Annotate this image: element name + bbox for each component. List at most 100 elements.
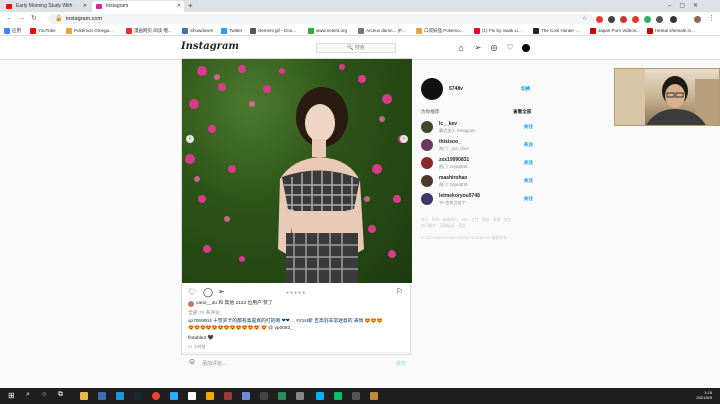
extension-icon[interactable] xyxy=(620,16,627,23)
post-photo[interactable]: ‹ › xyxy=(182,59,412,283)
profile-avatar[interactable] xyxy=(694,16,701,23)
bookmark-item[interactable]: Arceus damn... (P... xyxy=(358,27,414,35)
switch-account-link[interactable]: 切换 xyxy=(521,86,530,92)
close-icon[interactable]: ✕ xyxy=(83,1,87,12)
follow-button[interactable]: 关注 xyxy=(524,196,533,202)
reload-icon[interactable]: ↻ xyxy=(31,14,37,24)
puzzle-icon[interactable] xyxy=(670,16,677,23)
bookmark-item[interactable]: 漫画网页 阅读 哦... xyxy=(126,27,182,35)
like-icon[interactable]: ♡ xyxy=(188,287,196,297)
app-icon[interactable] xyxy=(206,392,214,400)
new-tab-button[interactable]: + xyxy=(188,1,193,11)
bookmark-item[interactable]: Hentai shemale in... xyxy=(647,27,703,35)
footer-links[interactable]: 关于 · 帮助 · 新闻中心 · API · 工作 · 隐私 · 条款 · 地点… xyxy=(421,217,537,229)
app-icon[interactable] xyxy=(188,392,196,400)
avatar[interactable] xyxy=(421,139,433,151)
extension-icon[interactable] xyxy=(644,16,651,23)
windows-start-icon[interactable]: ⊞ xyxy=(8,391,15,400)
forward-icon[interactable]: → xyxy=(18,14,25,24)
bookmark-item[interactable]: Twitter xyxy=(221,27,249,35)
suggestion-username[interactable]: mashirohao xyxy=(439,175,467,181)
heart-icon[interactable]: ♡ xyxy=(505,43,515,53)
bookmark-item[interactable]: The Cool Hunter -... xyxy=(533,27,589,35)
bookmark-item[interactable]: clement gif - Goo... xyxy=(250,27,306,35)
avatar[interactable] xyxy=(421,175,433,187)
app-icon[interactable] xyxy=(260,392,268,400)
close-icon[interactable]: ✕ xyxy=(177,1,181,12)
search-input[interactable]: 🔍 搜索 xyxy=(316,43,396,53)
bookmark-item[interactable]: Showdown! xyxy=(182,27,220,35)
follow-button[interactable]: 关注 xyxy=(524,124,533,130)
instagram-icon xyxy=(96,4,102,9)
extension-icon[interactable] xyxy=(632,16,639,23)
suggestion-username[interactable]: thisisoo_ xyxy=(439,139,461,145)
star-icon[interactable]: ☆ xyxy=(582,14,587,24)
explore-icon[interactable]: ◎ xyxy=(489,43,499,53)
direct-message-icon[interactable]: ➢ xyxy=(473,43,483,53)
share-icon[interactable]: ➢ xyxy=(218,287,225,297)
taskbar-clock[interactable]: 1:15 2021/5/9 xyxy=(696,390,712,400)
chrome-icon[interactable] xyxy=(152,392,160,400)
profile-username[interactable]: 5748v xyxy=(449,86,463,92)
suggestion-subtitle: 热门: zxyeq816 xyxy=(439,182,468,187)
extension-icon[interactable] xyxy=(656,16,663,23)
bookmark-item[interactable]: Japan Porn Videos... xyxy=(590,27,646,35)
bookmark-icon[interactable]: ⚐ xyxy=(396,287,403,297)
carousel-prev-button[interactable]: ‹ xyxy=(186,135,194,143)
cortana-icon[interactable]: ○ xyxy=(42,391,46,398)
suggestion-username[interactable]: lc__kev xyxy=(439,121,457,127)
url-input[interactable]: 🔒 instagram.com xyxy=(48,14,594,24)
app-icon[interactable] xyxy=(370,392,378,400)
follow-button[interactable]: 关注 xyxy=(524,178,533,184)
bookmark-icon xyxy=(647,28,653,34)
photoshop-icon[interactable] xyxy=(170,392,178,400)
instagram-logo[interactable]: Instagram xyxy=(181,41,239,52)
wechat-icon[interactable] xyxy=(334,392,342,400)
add-comment-input[interactable]: 添加评论... xyxy=(202,360,226,367)
app-icon[interactable] xyxy=(296,392,304,400)
youtube-icon xyxy=(30,28,36,34)
follow-button[interactable]: 关注 xyxy=(524,160,533,166)
avatar[interactable] xyxy=(421,121,433,133)
carousel-next-button[interactable]: › xyxy=(400,135,408,143)
copyright: © 2021 INSTAGRAM FROM FACEBOOK 版权所有 xyxy=(421,236,508,240)
bookmark-item[interactable]: YouTube xyxy=(30,27,64,35)
app-icon[interactable] xyxy=(224,392,232,400)
comment-icon[interactable]: ◯ xyxy=(203,287,213,297)
task-view-icon[interactable]: ⧉ xyxy=(58,391,63,399)
suggestion-username[interactable]: letmekoryou5748 xyxy=(439,193,480,199)
discord-icon[interactable] xyxy=(242,392,250,400)
extension-icon[interactable] xyxy=(596,16,603,23)
follow-button[interactable]: 关注 xyxy=(524,142,533,148)
file-explorer-icon[interactable] xyxy=(80,392,88,400)
app-icon[interactable] xyxy=(352,392,360,400)
app-icon[interactable] xyxy=(116,392,124,400)
view-comments-link[interactable]: 全部 70 条评论 xyxy=(188,310,220,317)
home-icon[interactable]: ⌂ xyxy=(456,43,466,53)
menu-icon[interactable]: ⋮ xyxy=(708,14,715,24)
window-controls[interactable]: –▢✕ xyxy=(668,2,706,9)
bookmark-item[interactable]: www.netent.org xyxy=(308,27,356,35)
bookmark-item[interactable]: Pokémon Omega... xyxy=(66,27,126,35)
profile-avatar-icon[interactable] xyxy=(522,44,530,52)
steam-icon[interactable] xyxy=(134,392,142,400)
app-icon[interactable] xyxy=(316,392,324,400)
back-icon[interactable]: ← xyxy=(6,14,13,24)
bookmark-item[interactable]: (1) Pin by Isaak Li... xyxy=(474,27,532,35)
suggestion-item: mashirohao 热门: zxyeq816 关注 xyxy=(421,174,537,190)
search-icon[interactable]: ⌕ xyxy=(26,391,30,399)
post-comment-button[interactable]: 发布 xyxy=(396,360,406,367)
avatar[interactable] xyxy=(421,193,433,205)
suggestion-username[interactable]: zxx19990831 xyxy=(439,157,469,163)
profile-avatar[interactable] xyxy=(421,78,443,100)
emoji-icon[interactable]: ☺ xyxy=(188,357,196,366)
app-icon[interactable] xyxy=(98,392,106,400)
bookmark-item[interactable]: 应用 xyxy=(4,27,30,35)
tab-instagram[interactable]: Instagram ✕ xyxy=(92,1,184,12)
tab-youtube[interactable]: Early Morning Study With ✕ xyxy=(2,1,90,12)
see-all-link[interactable]: 查看全部 xyxy=(513,109,531,115)
avatar[interactable] xyxy=(421,157,433,169)
extension-icon[interactable] xyxy=(608,16,615,23)
bookmark-item[interactable]: 口袋妖怪 Pokemo... xyxy=(416,27,472,35)
app-icon[interactable] xyxy=(278,392,286,400)
